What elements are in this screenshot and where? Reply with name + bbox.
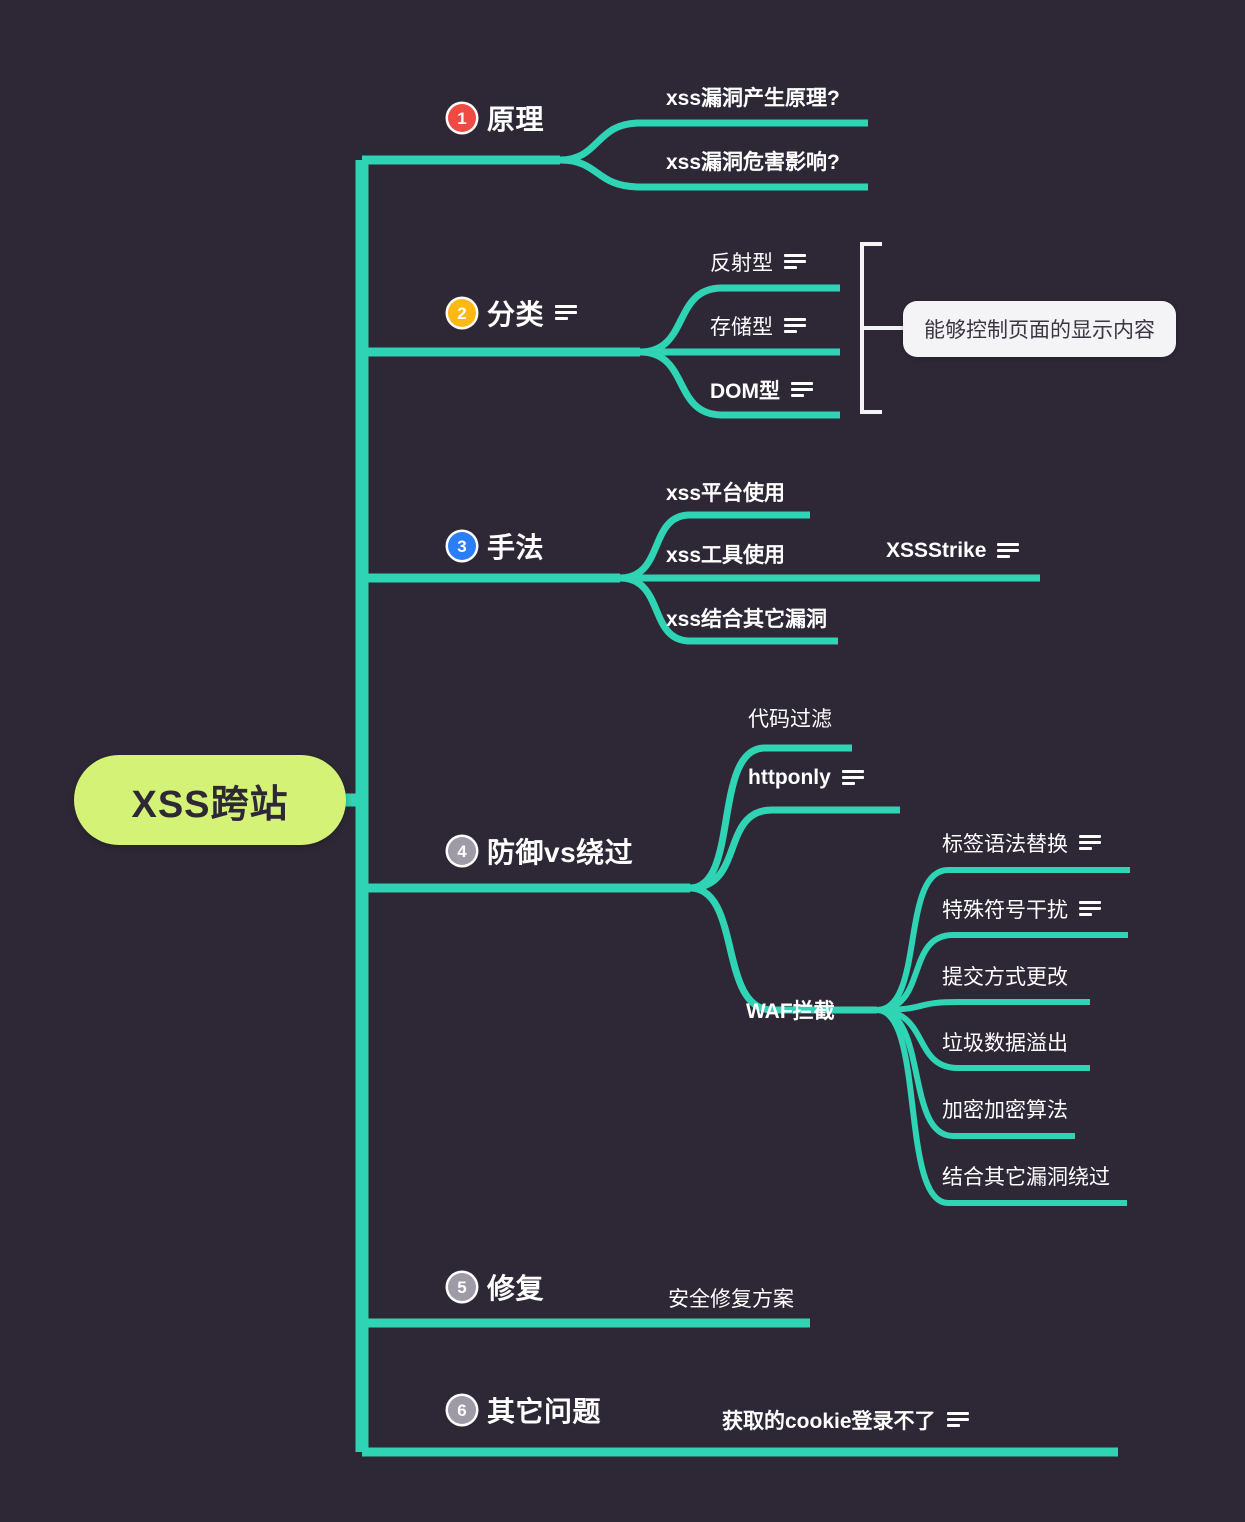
- badge-number-6: 6: [448, 1396, 476, 1424]
- callout-note-label: 能够控制页面的显示内容: [924, 319, 1155, 342]
- sub-topic-5-1-label: 安全修复方案: [668, 1288, 794, 1311]
- main-topic-3[interactable]: 3 手法: [448, 526, 544, 566]
- main-topic-4[interactable]: 4 防御vs绕过: [448, 831, 633, 871]
- sub-topic-4-3[interactable]: WAF拦截: [746, 995, 835, 1025]
- sub-topic-1-2-label: xss漏洞危害影响?: [666, 151, 840, 174]
- sub-topic-2-1-label: 反射型: [710, 252, 773, 275]
- sub-topic-waf-6-label: 结合其它漏洞绕过: [942, 1166, 1110, 1189]
- sub-topic-waf-2-label: 特殊符号干扰: [942, 899, 1068, 922]
- main-topic-6-label: 其它问题: [487, 1396, 602, 1427]
- sub-topic-3-2-1-label: XSSStrike: [886, 539, 987, 562]
- sub-topic-waf-1-label: 标签语法替换: [942, 833, 1068, 856]
- sub-topic-4-1-label: 代码过滤: [748, 708, 832, 731]
- wire-branch-4-child-2: [689, 806, 900, 892]
- sub-topic-3-3-label: xss结合其它漏洞: [666, 608, 828, 631]
- note-icon[interactable]: [946, 1412, 969, 1428]
- main-topic-4-label: 防御vs绕过: [487, 837, 634, 868]
- main-topic-1-label: 原理: [487, 104, 545, 135]
- sub-topic-waf-5-label: 加密加密算法: [942, 1099, 1068, 1122]
- wire-waf-child-3: [876, 999, 1090, 1013]
- main-topic-3-label: 手法: [487, 532, 545, 563]
- sub-topic-1-2[interactable]: xss漏洞危害影响?: [666, 146, 840, 176]
- main-topic-6[interactable]: 6 其它问题: [448, 1390, 601, 1430]
- sub-topic-waf-4[interactable]: 垃圾数据溢出: [942, 1027, 1068, 1057]
- badge-number-5: 5: [448, 1273, 476, 1301]
- sub-topic-5-1[interactable]: 安全修复方案: [668, 1283, 794, 1313]
- root-node[interactable]: XSS跨站: [74, 755, 346, 845]
- group-bracket: [860, 242, 882, 414]
- sub-topic-4-2-label: httponly: [748, 766, 831, 789]
- sub-topic-waf-3[interactable]: 提交方式更改: [942, 961, 1068, 991]
- main-topic-2-label: 分类: [487, 299, 545, 330]
- root-label: XSS跨站: [131, 783, 289, 826]
- note-icon[interactable]: [1079, 835, 1101, 851]
- sub-topic-3-1[interactable]: xss平台使用: [666, 477, 785, 507]
- sub-topic-waf-6[interactable]: 结合其它漏洞绕过: [942, 1161, 1110, 1191]
- sub-topic-waf-4-label: 垃圾数据溢出: [942, 1032, 1068, 1055]
- badge-number-2: 2: [448, 299, 476, 327]
- badge-number-3: 3: [448, 532, 476, 560]
- sub-topic-3-1-label: xss平台使用: [666, 482, 786, 505]
- sub-topic-6-1-label: 获取的cookie登录不了: [722, 1410, 936, 1433]
- mindmap-canvas: XSS跨站 1 原理 2 分类 3 手法 4 防御vs绕过 5 修复 6 其它问…: [0, 0, 1245, 1522]
- main-topic-2[interactable]: 2 分类: [448, 293, 578, 333]
- sub-topic-1-1-label: xss漏洞产生原理?: [666, 87, 840, 110]
- sub-topic-1-1[interactable]: xss漏洞产生原理?: [666, 82, 840, 112]
- badge-number-1: 1: [448, 104, 476, 132]
- wire-branch-4-child-3: [689, 884, 877, 1014]
- sub-topic-4-1[interactable]: 代码过滤: [748, 703, 832, 733]
- sub-topic-4-2[interactable]: httponly: [748, 766, 864, 790]
- sub-topic-6-1[interactable]: 获取的cookie登录不了: [722, 1405, 969, 1435]
- main-topic-5[interactable]: 5 修复: [448, 1267, 544, 1307]
- sub-topic-3-3[interactable]: xss结合其它漏洞: [666, 603, 827, 633]
- sub-topic-3-2-1[interactable]: XSSStrike: [886, 539, 1020, 563]
- note-icon[interactable]: [791, 382, 813, 398]
- note-icon[interactable]: [555, 305, 578, 321]
- sub-topic-2-1[interactable]: 反射型: [710, 247, 806, 277]
- note-icon[interactable]: [784, 254, 806, 270]
- sub-topic-waf-3-label: 提交方式更改: [942, 966, 1068, 989]
- note-icon[interactable]: [784, 318, 806, 334]
- sub-topic-waf-2[interactable]: 特殊符号干扰: [942, 894, 1101, 924]
- main-topic-1[interactable]: 1 原理: [448, 98, 544, 138]
- badge-number-4: 4: [448, 837, 476, 865]
- sub-topic-2-3[interactable]: DOM型: [710, 375, 813, 405]
- sub-topic-waf-5[interactable]: 加密加密算法: [942, 1094, 1068, 1124]
- sub-topic-2-3-label: DOM型: [710, 380, 780, 403]
- main-topic-5-label: 修复: [487, 1273, 545, 1304]
- note-icon[interactable]: [841, 770, 864, 786]
- callout-note[interactable]: 能够控制页面的显示内容: [903, 301, 1176, 357]
- sub-topic-3-2-label: xss工具使用: [666, 544, 786, 567]
- sub-topic-3-2[interactable]: xss工具使用: [666, 539, 785, 569]
- sub-topic-2-2-label: 存储型: [710, 316, 773, 339]
- note-icon[interactable]: [1079, 901, 1101, 917]
- sub-topic-waf-1[interactable]: 标签语法替换: [942, 828, 1101, 858]
- sub-topic-4-3-label: WAF拦截: [746, 1000, 835, 1023]
- note-icon[interactable]: [997, 543, 1020, 559]
- sub-topic-2-2[interactable]: 存储型: [710, 311, 806, 341]
